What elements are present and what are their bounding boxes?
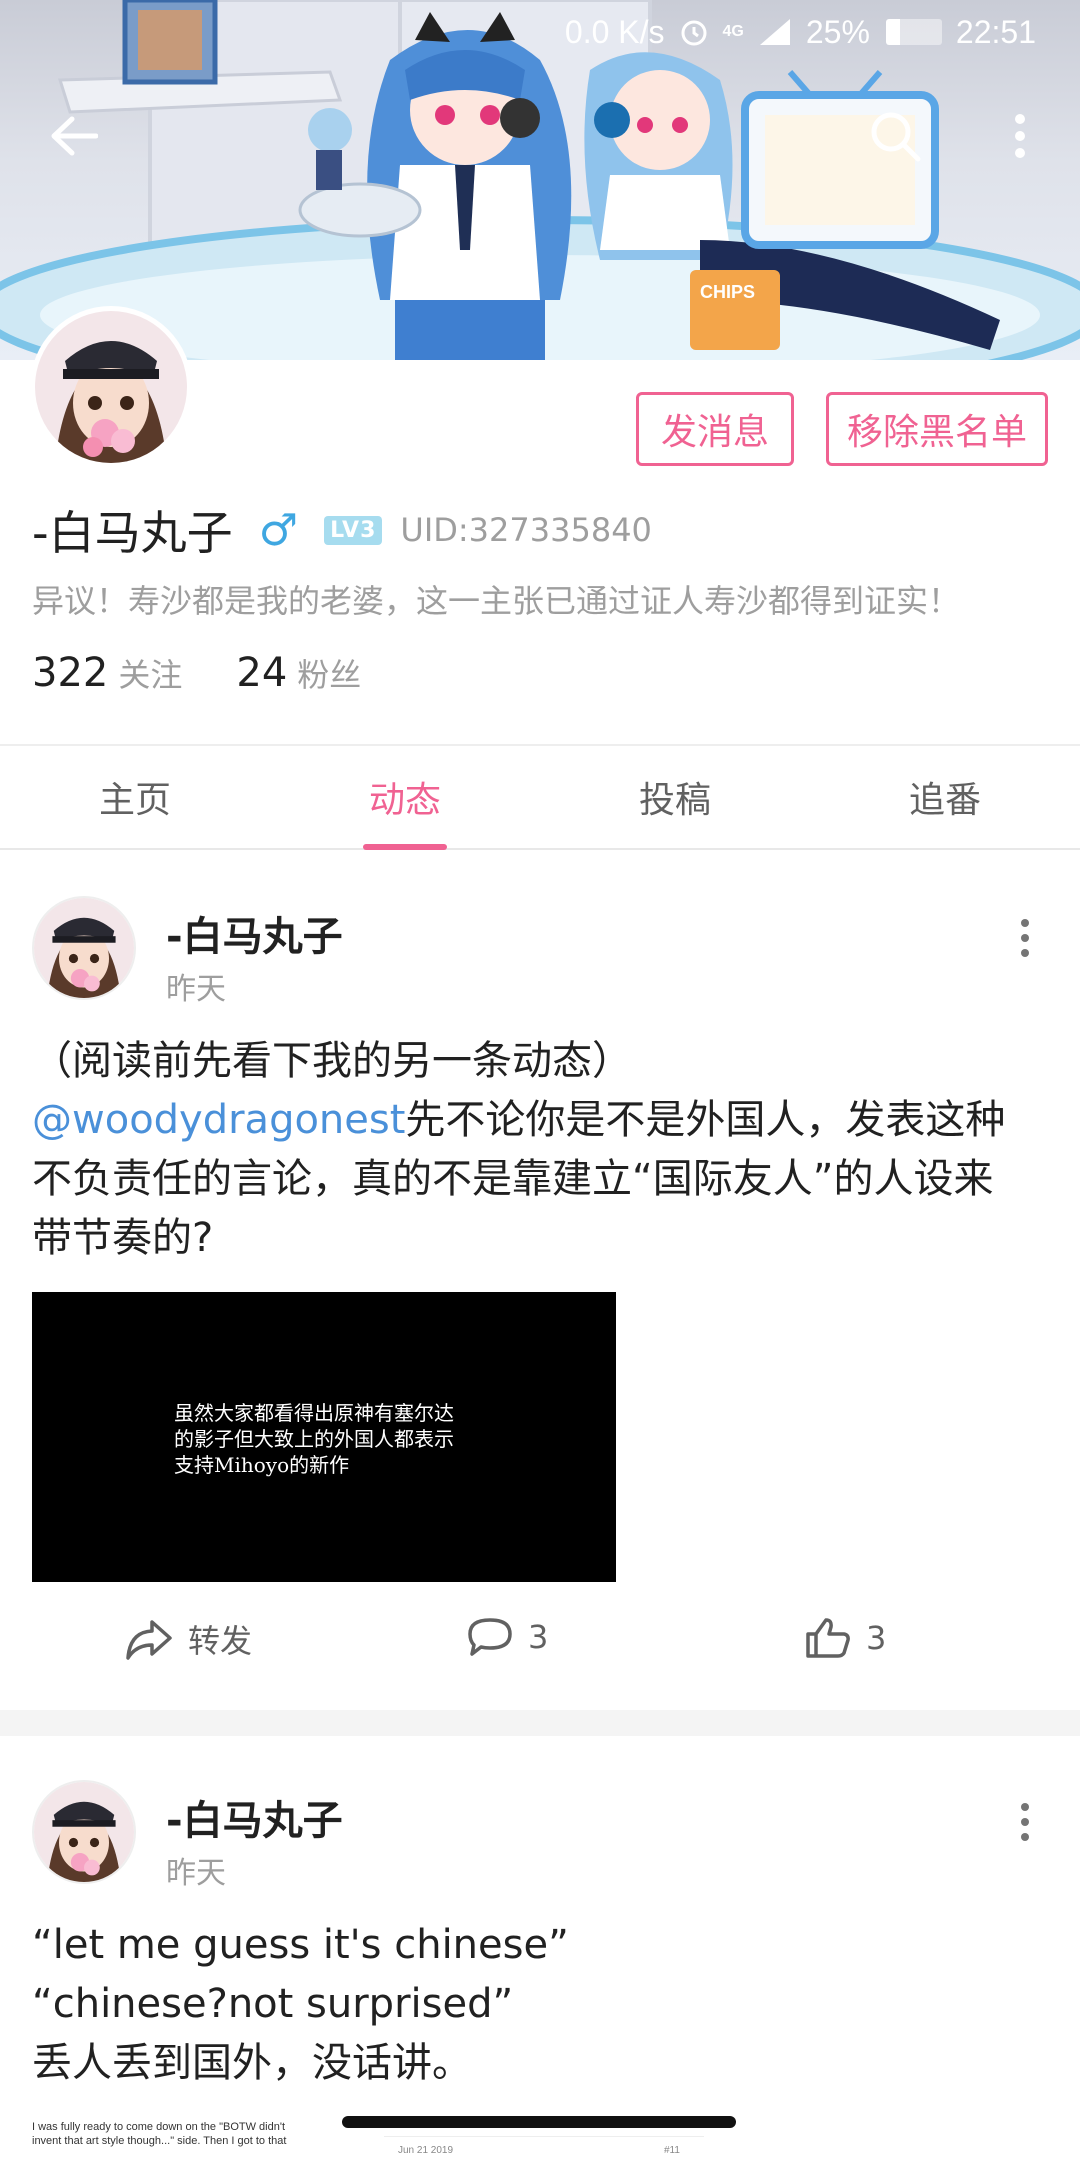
- more-vertical-icon: [1021, 919, 1029, 957]
- post-text-line: “let me guess it's chinese”: [32, 1922, 569, 1968]
- battery-percent: 25%: [805, 13, 870, 50]
- post-text-line: 不负责任的言论，真的不是靠建立“国际友人”的人设来: [32, 1156, 994, 1202]
- profile-username: -白马丸子: [32, 506, 233, 560]
- following-label: 关注: [118, 656, 183, 694]
- gender-male-icon: ♂: [258, 504, 299, 556]
- battery-icon: [885, 19, 942, 45]
- video-caption: 虽然大家都看得出原神有塞尔达 的影子但大致上的外国人都表示 支持Mihoyo的新…: [174, 1401, 454, 1477]
- following-count: 322: [32, 650, 109, 696]
- post-time: 昨天: [166, 972, 226, 1007]
- search-button[interactable]: [855, 96, 935, 176]
- more-vertical-icon: [1021, 1803, 1029, 1841]
- profile-banner: CHIPS 0.0 K/s 4G 25% 22:51: [0, 0, 1080, 360]
- profile-avatar[interactable]: [30, 306, 192, 468]
- followers-stat[interactable]: 24 粉丝: [236, 650, 361, 696]
- post-text-line: 丢人丢到国外，没话讲。: [32, 2040, 472, 2086]
- post-text-segment: 先不论你是不是外国人，发表这种: [405, 1097, 1006, 1143]
- share-button[interactable]: 转发: [124, 1616, 252, 1662]
- post-content: “let me guess it's chinese” “chinese?not…: [32, 1916, 1048, 2093]
- post-author-avatar[interactable]: [32, 1780, 136, 1884]
- share-icon: [126, 1620, 172, 1660]
- followers-label: 粉丝: [297, 656, 362, 694]
- tab-bangumi[interactable]: 追番: [810, 746, 1080, 848]
- remove-from-blacklist-button[interactable]: 移除黑名单: [826, 392, 1048, 466]
- more-vertical-icon: [1015, 114, 1025, 158]
- post-more-button[interactable]: [1000, 1792, 1050, 1852]
- status-bar: 0.0 K/s 4G 25% 22:51: [0, 0, 1080, 64]
- level-badge: LV3: [324, 515, 383, 545]
- tab-submissions[interactable]: 投稿: [540, 746, 810, 848]
- profile-uid: UID:327335840: [400, 511, 652, 549]
- post-author-avatar[interactable]: [32, 896, 136, 1000]
- avatar-image: [34, 1782, 134, 1882]
- preview-number: #11: [664, 2145, 680, 2156]
- post-text-line: @woodydragonest先不论你是不是外国人，发表这种: [32, 1091, 1048, 1150]
- like-button[interactable]: 3: [804, 1616, 886, 1660]
- avatar-image: [34, 898, 134, 998]
- post-image-preview[interactable]: Jun 21 2019 #11: [384, 2136, 704, 2161]
- tab-home[interactable]: 主页: [0, 746, 270, 848]
- post-more-button[interactable]: [1000, 908, 1050, 968]
- post-content: （阅读前先看下我的另一条动态） @woodydragonest先不论你是不是外国…: [32, 1032, 1048, 1268]
- alarm-icon: [679, 17, 709, 47]
- followers-count: 24: [236, 650, 288, 696]
- avatar-image: [35, 311, 187, 463]
- post-actions: 转发 3 3: [0, 1616, 1080, 1676]
- banner-chips-text: CHIPS: [700, 282, 755, 302]
- back-button[interactable]: [34, 96, 114, 176]
- video-thumbnail[interactable]: 虽然大家都看得出原神有塞尔达 的影子但大致上的外国人都表示 支持Mihoyo的新…: [32, 1292, 616, 1582]
- post-text-line: （阅读前先看下我的另一条动态）: [32, 1038, 632, 1084]
- post-image-preview[interactable]: I was fully ready to come down on the "B…: [32, 2120, 352, 2160]
- search-icon: [871, 112, 921, 162]
- thumbs-up-icon: [806, 1618, 850, 1658]
- post-author-name[interactable]: -白马丸子: [166, 1788, 343, 1846]
- tab-dynamics[interactable]: 动态: [270, 746, 540, 850]
- signal-icon: [758, 17, 792, 47]
- following-stat[interactable]: 322 关注: [32, 650, 182, 696]
- send-message-button[interactable]: 发消息: [636, 392, 794, 466]
- post-text-line: 带节奏的?: [32, 1215, 214, 1261]
- mention-link[interactable]: @woodydragonest: [32, 1097, 405, 1143]
- post-text-line: “chinese?not surprised”: [32, 1981, 514, 2027]
- profile-bio: 异议！寿沙都是我的老婆，这一主张已通过证人寿沙都得到证实！: [32, 582, 961, 620]
- comment-icon: [468, 1618, 512, 1656]
- post-author-name[interactable]: -白马丸子: [166, 904, 343, 962]
- comment-button[interactable]: 3: [466, 1616, 548, 1658]
- feed-post: -白马丸子 昨天 “let me guess it's chinese” “ch…: [0, 1736, 1080, 2160]
- share-label: 转发: [188, 1622, 253, 1660]
- preview-date: Jun 21 2019: [398, 2145, 454, 2156]
- post-time: 昨天: [166, 1856, 226, 1891]
- network-type: 4G: [722, 23, 744, 40]
- feed-post: -白马丸子 昨天 （阅读前先看下我的另一条动态） @woodydragonest…: [0, 852, 1080, 1710]
- profile-name-row: -白马丸子 ♂ LV3 UID:327335840: [32, 500, 652, 561]
- feed-divider: [0, 1710, 1080, 1736]
- more-options-button[interactable]: [980, 96, 1060, 176]
- preview-text-line: invent that art style though..." side. T…: [32, 2135, 287, 2147]
- back-arrow-icon: [51, 116, 98, 156]
- preview-text-line: I was fully ready to come down on the "B…: [32, 2121, 286, 2133]
- profile-tabs: 主页 动态 投稿 追番: [0, 744, 1080, 850]
- clock: 22:51: [955, 13, 1036, 50]
- home-indicator[interactable]: [342, 2116, 736, 2128]
- profile-stats: 322 关注 24 粉丝: [32, 650, 361, 696]
- comment-count: 3: [528, 1618, 549, 1656]
- network-speed: 0.0 K/s: [564, 13, 665, 50]
- like-count: 3: [866, 1619, 887, 1657]
